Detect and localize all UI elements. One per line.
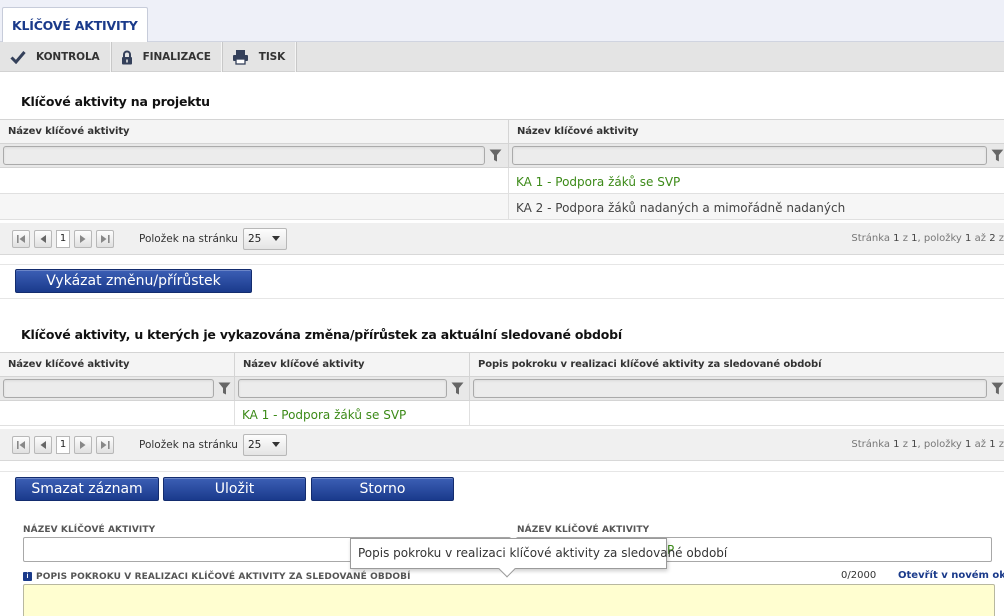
table-row[interactable]: KA 1 - Podpora žáků se SVP (0, 168, 1004, 194)
column-header[interactable]: Popis pokroku v realizaci klíčové aktivi… (470, 353, 1004, 376)
printer-icon (232, 50, 248, 65)
tab-bar: KLÍČOVÉ AKTIVITY (0, 0, 1004, 43)
column-header[interactable]: Název klíčové aktivity (509, 120, 1004, 143)
delete-record-button[interactable]: Smazat záznam (15, 477, 159, 501)
chevron-down-icon (272, 442, 281, 447)
pager: 1 Položek na stránku 25 Stránka 1 z 1, p… (0, 429, 1004, 461)
section-title-project-activities: Klíčové aktivity na projektu (21, 94, 210, 109)
next-page-icon (80, 440, 86, 449)
filter-input[interactable] (3, 379, 214, 398)
tisk-button[interactable]: TISK (222, 42, 297, 72)
prev-page-icon (40, 440, 46, 449)
kontrola-label: KONTROLA (36, 51, 100, 63)
last-page-button[interactable] (96, 229, 114, 248)
per-page-label: Položek na stránku (139, 438, 238, 451)
last-page-icon (100, 440, 110, 449)
cancel-button[interactable]: Storno (311, 477, 454, 501)
first-page-icon (16, 440, 25, 449)
column-header[interactable]: Název klíčové aktivity (0, 353, 235, 376)
divider (0, 298, 1004, 299)
next-page-button[interactable] (74, 229, 92, 248)
pager-info: Stránka 1 z 1, položky 1 až 2 z (851, 233, 1004, 244)
lock-icon (121, 50, 132, 64)
filter-icon[interactable] (991, 149, 1004, 162)
per-page-select[interactable]: 25 (242, 227, 287, 250)
pager-info: Stránka 1 z 1, položky 1 až 1 z (851, 439, 1004, 450)
pager: 1 Položek na stránku 25 Stránka 1 z 1, p… (0, 223, 1004, 255)
tooltip-text: Popis pokroku v realizaci klíčové aktivi… (358, 546, 728, 560)
filter-icon[interactable] (451, 382, 464, 395)
finalizace-button[interactable]: FINALIZACE (111, 42, 222, 72)
checkmark-icon (10, 51, 26, 64)
table-cell: KA 1 - Podpora žáků se SVP (516, 175, 681, 189)
first-page-button[interactable] (12, 229, 30, 248)
field-label-activity-name-2: NÁZEV KLÍČOVÉ AKTIVITY (517, 525, 650, 535)
open-new-window-link[interactable]: Otevřít v novém okně (898, 570, 1004, 581)
first-page-icon (16, 234, 25, 243)
column-header[interactable]: Název klíčové aktivity (0, 120, 509, 143)
table-cell (0, 401, 235, 425)
filter-icon[interactable] (991, 382, 1004, 395)
tab-key-activities[interactable]: KLÍČOVÉ AKTIVITY (2, 7, 148, 43)
tab-label: KLÍČOVÉ AKTIVITY (12, 18, 138, 33)
table-row[interactable]: KA 2 - Podpora žáků nadaných a mimořádně… (0, 194, 1004, 220)
next-page-icon (80, 234, 86, 243)
per-page-label: Položek na stránku (139, 232, 238, 245)
description-textarea[interactable] (23, 584, 995, 616)
table-cell: KA 2 - Podpora žáků nadaných a mimořádně… (516, 201, 846, 215)
per-page-value: 25 (247, 232, 262, 245)
divider (0, 471, 1004, 472)
table-cell: KA 1 - Podpora žáků se SVP (235, 401, 470, 425)
field-label-description: POPIS POKROKU V REALIZACI KLÍČOVÉ AKTIVI… (36, 572, 411, 582)
filter-input[interactable] (512, 146, 988, 165)
grid-filter-row (0, 144, 1004, 168)
grid-header: Název klíčové aktivity Název klíčové akt… (0, 120, 1004, 144)
project-activities-grid: Název klíčové aktivity Název klíčové akt… (0, 119, 1004, 220)
section-title-reported-activities: Klíčové aktivity, u kterých je vykazován… (21, 327, 622, 342)
save-button[interactable]: Uložit (163, 477, 306, 501)
page-number-input[interactable]: 1 (56, 229, 70, 248)
per-page-value: 25 (247, 438, 262, 451)
info-icon[interactable]: i (23, 572, 32, 581)
prev-page-button[interactable] (34, 435, 52, 454)
finalizace-label: FINALIZACE (142, 51, 211, 63)
reported-activities-grid: Název klíčové aktivity Název klíčové akt… (0, 352, 1004, 426)
toolbar: KONTROLA FINALIZACE TISK (0, 42, 1004, 72)
tooltip: Popis pokroku v realizaci klíčové aktivi… (350, 538, 727, 578)
first-page-button[interactable] (12, 435, 30, 454)
table-row[interactable]: KA 1 - Podpora žáků se SVP (0, 401, 1004, 426)
table-cell (0, 194, 509, 219)
kontrola-button[interactable]: KONTROLA (0, 42, 111, 72)
prev-page-icon (40, 234, 46, 243)
table-cell (470, 401, 1004, 425)
next-page-button[interactable] (74, 435, 92, 454)
column-header[interactable]: Název klíčové aktivity (235, 353, 470, 376)
char-counter: 0/2000 (841, 570, 877, 581)
filter-input[interactable] (3, 146, 485, 165)
grid-header: Název klíčové aktivity Název klíčové akt… (0, 353, 1004, 377)
page-number-input[interactable]: 1 (56, 435, 70, 454)
last-page-icon (100, 234, 110, 243)
tooltip-arrow (498, 560, 516, 578)
last-page-button[interactable] (96, 435, 114, 454)
filter-input[interactable] (238, 379, 447, 398)
filter-input[interactable] (473, 379, 988, 398)
table-cell (0, 168, 509, 193)
field-label-activity-name: NÁZEV KLÍČOVÉ AKTIVITY (23, 525, 156, 535)
prev-page-button[interactable] (34, 229, 52, 248)
filter-icon[interactable] (218, 382, 231, 395)
chevron-down-icon (272, 236, 281, 241)
report-change-button[interactable]: Vykázat změnu/přírůstek (15, 269, 252, 293)
filter-icon[interactable] (489, 149, 502, 162)
per-page-select[interactable]: 25 (242, 433, 287, 456)
grid-filter-row (0, 377, 1004, 401)
divider (0, 264, 1004, 265)
tisk-label: TISK (258, 51, 286, 63)
